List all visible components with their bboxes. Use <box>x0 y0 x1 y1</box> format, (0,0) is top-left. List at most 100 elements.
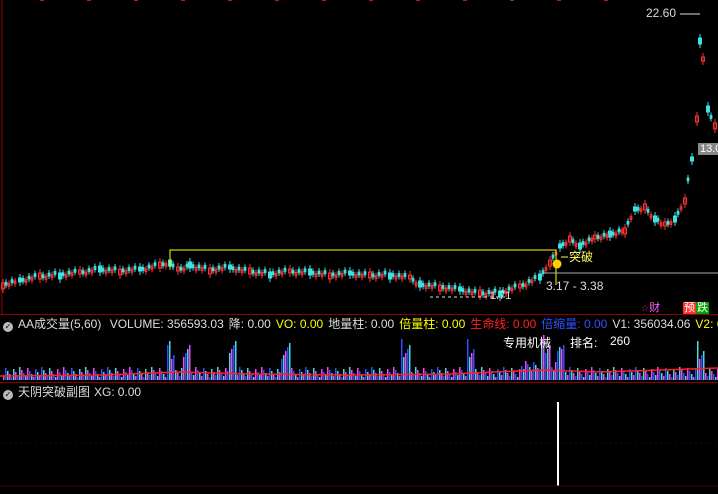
volume-bar <box>259 375 261 380</box>
volume-bar <box>633 375 635 380</box>
candle-body <box>18 277 22 283</box>
candle-body <box>427 282 431 287</box>
candle-body <box>371 273 375 278</box>
candle-body <box>98 265 102 273</box>
volume-bar <box>649 377 651 380</box>
volume-bar <box>667 371 669 380</box>
volume-bar <box>227 371 229 380</box>
breakout-dot <box>552 259 562 269</box>
volume-bar <box>461 370 463 380</box>
breakout-box <box>169 249 557 269</box>
volume-bar <box>513 371 515 380</box>
candle-body <box>337 271 341 275</box>
indicator-title[interactable]: 天阴突破副图 <box>18 385 90 399</box>
volume-title[interactable]: AA成交量(5,60) <box>18 317 101 331</box>
indicator-chart[interactable] <box>0 402 718 489</box>
volume-bar <box>715 377 717 380</box>
volume-bar <box>297 377 299 380</box>
price-chart[interactable] <box>0 0 718 314</box>
volume-bar <box>333 376 335 380</box>
volume-bar <box>153 370 155 380</box>
candle-body <box>527 279 531 283</box>
volume-item-5: 生命线: 0.00 <box>470 317 537 331</box>
range-label: 3.17 - 3.38 <box>546 279 604 293</box>
volume-panel[interactable]: 专用机械 排名: 260 <box>0 334 718 382</box>
volume-bar <box>609 372 611 380</box>
volume-bar <box>403 357 405 380</box>
volume-bar <box>603 374 605 380</box>
volume-bar <box>501 375 503 380</box>
volume-bar <box>371 367 373 380</box>
volume-bar <box>105 375 107 380</box>
volume-bar <box>393 367 395 380</box>
volume-bar <box>569 367 571 380</box>
candle-body <box>571 239 575 244</box>
volume-bar <box>497 369 499 380</box>
volume-bar <box>405 353 407 380</box>
finance-badge[interactable]: ☆财 <box>641 299 660 315</box>
volume-item-8: V2: 6 <box>695 317 718 331</box>
volume-bar <box>605 377 607 380</box>
volume-bar <box>699 359 701 380</box>
volume-bar <box>11 377 13 380</box>
volume-bar <box>531 370 533 380</box>
settings-icon[interactable]: ✓ <box>3 322 13 332</box>
candle-body <box>133 265 137 270</box>
candle-body <box>27 275 31 280</box>
volume-bar <box>703 351 705 380</box>
volume-bar <box>285 351 287 380</box>
volume-bar <box>131 370 133 380</box>
volume-bar <box>663 376 665 380</box>
volume-bar <box>93 368 95 380</box>
volume-bar <box>283 355 285 380</box>
forecast-badge-yu: 预 <box>683 302 696 314</box>
volume-bar <box>335 368 337 380</box>
candle-body <box>561 242 565 247</box>
volume-bar <box>589 375 591 380</box>
forecast-badge[interactable]: 预跌 <box>683 299 709 315</box>
candle-body <box>533 275 537 279</box>
volume-bar <box>645 371 647 380</box>
volume-bar <box>149 375 151 380</box>
volume-bar <box>469 357 471 380</box>
candle-body <box>357 271 361 276</box>
candle-body <box>147 264 151 269</box>
volume-bar <box>127 375 129 380</box>
volume-bar <box>189 345 191 380</box>
volume-bar <box>661 373 663 380</box>
volume-bar <box>251 374 253 380</box>
rank-label: 排名: <box>570 336 598 350</box>
volume-bar <box>705 373 707 380</box>
breakout-label: 突破 <box>569 250 594 264</box>
candle-body <box>237 266 241 271</box>
candle-body <box>351 271 355 276</box>
volume-bar <box>263 370 265 380</box>
candle-body <box>331 272 335 277</box>
volume-bar <box>139 371 141 380</box>
volume-item-1: 降: 0.00 <box>228 317 271 331</box>
candle-body <box>453 285 457 289</box>
price-panel[interactable]: 22.60 13.0 3.17 - 3.38 1.71 突破 ☆财 预跌 <box>0 0 718 314</box>
volume-bar <box>19 367 21 380</box>
candle-body <box>676 210 680 215</box>
volume-item-2: VO: 0.00 <box>275 317 324 331</box>
candle-body <box>41 274 45 279</box>
candle-body <box>581 241 585 246</box>
indicator-settings-icon[interactable]: ✓ <box>3 390 13 400</box>
volume-bar <box>177 373 179 380</box>
volume-bar <box>381 371 383 380</box>
volume-bar <box>479 375 481 380</box>
volume-bar <box>487 376 489 380</box>
candle-body <box>686 177 690 182</box>
candle-body <box>197 264 201 269</box>
volume-bar <box>637 370 639 380</box>
volume-bar <box>407 349 409 380</box>
indicator-panel[interactable] <box>0 402 718 489</box>
volume-bar <box>547 349 549 380</box>
candle-body <box>653 215 657 223</box>
volume-bar <box>89 373 91 380</box>
candle-body <box>251 269 255 274</box>
volume-bar <box>399 376 401 380</box>
volume-bar <box>583 377 585 380</box>
volume-bar <box>471 353 473 380</box>
